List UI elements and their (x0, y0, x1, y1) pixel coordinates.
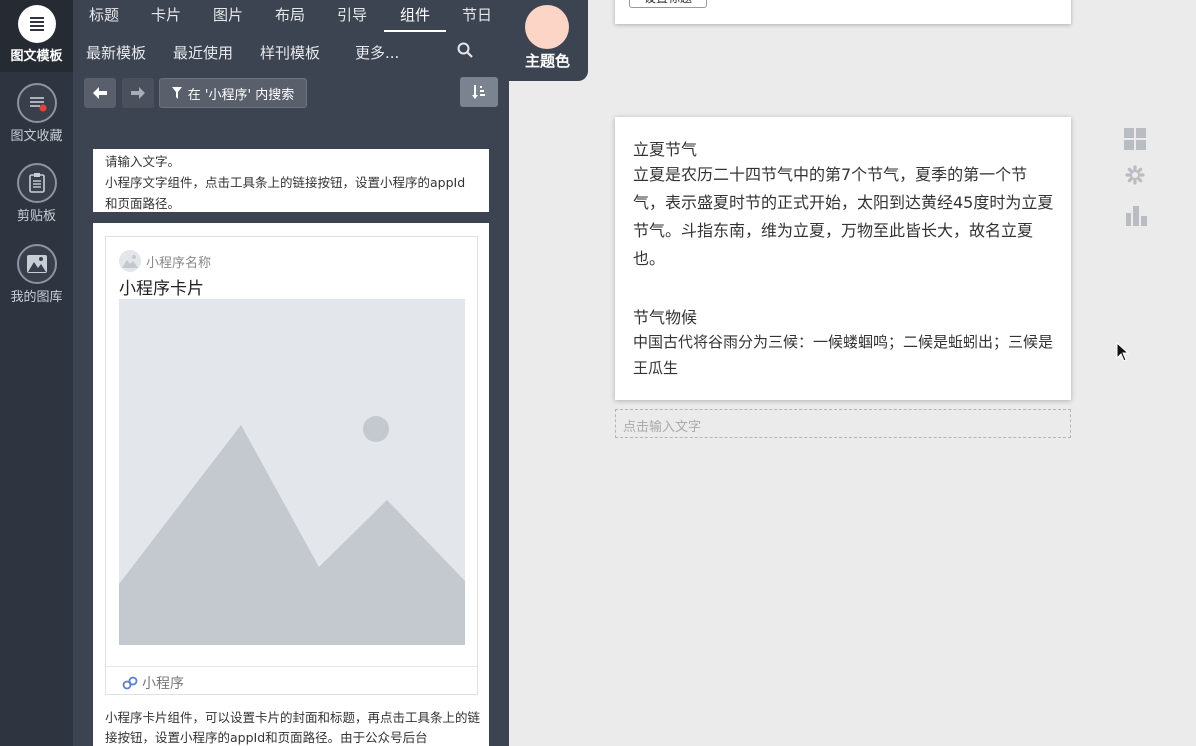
bookmark-icon (16, 83, 57, 123)
article-heading-1: 立夏节气 (633, 140, 698, 159)
subtab-sample[interactable]: 样刊模板 (260, 42, 320, 63)
mini-program-card: 小程序名称 小程序卡片 小程序 (105, 236, 478, 695)
left-rail: 图文模板 图文收藏 剪贴板 我的图库 (0, 0, 73, 746)
mini-program-text-card[interactable]: 请输入文字。 小程序文字组件，点击工具条上的链接按钮，设置小程序的appId和页… (93, 149, 489, 212)
rail-label: 图文模板 (10, 49, 63, 64)
mini-program-footer: 小程序 (122, 673, 184, 693)
arrow-right-icon (131, 87, 145, 99)
filter-label: 在 '小程序' 内搜索 (187, 87, 295, 103)
tab-component[interactable]: 组件 (400, 4, 430, 25)
arrow-left-icon (93, 87, 107, 99)
mini-program-description: 小程序卡片组件，可以设置卡片的封面和标题，再点击工具条上的链接按钮，设置小程序的… (105, 710, 481, 745)
subtab-more[interactable]: 更多... (355, 42, 399, 63)
chart-icon[interactable] (1126, 204, 1148, 230)
tab-festival[interactable]: 节日 (462, 4, 492, 25)
mini-avatar-icon (119, 250, 141, 272)
clipboard-icon (16, 163, 57, 203)
grid-icon[interactable] (1124, 128, 1146, 154)
tab-title[interactable]: 标题 (89, 4, 119, 25)
rail-item-templates[interactable]: 图文模板 (0, 0, 73, 72)
gallery-icon (16, 244, 57, 284)
rail-item-clipboard[interactable]: 剪贴板 (0, 163, 73, 224)
filter-icon (171, 87, 182, 99)
tab-image[interactable]: 图片 (213, 4, 243, 25)
mini-program-title: 小程序卡片 (119, 279, 204, 299)
article-block[interactable]: 立夏节气 立夏是农历二十四节气中的第7个节气，夏季的第一个节气，表示盛夏时节的正… (615, 117, 1071, 400)
rail-item-gallery[interactable]: 我的图库 (0, 244, 73, 305)
set-title-button[interactable]: 设置标题 (629, 0, 707, 8)
theme-color-swatch[interactable] (525, 5, 569, 49)
subtab-latest[interactable]: 最新模板 (86, 42, 146, 63)
search-icon[interactable] (456, 41, 474, 63)
theme-color-picker[interactable]: 主题色 (509, 0, 588, 81)
text-input-area[interactable]: 点击输入文字 (615, 409, 1071, 438)
previous-block[interactable]: 设置标题 (615, 0, 1071, 24)
tab-layout[interactable]: 布局 (275, 4, 305, 25)
sort-icon (472, 85, 485, 99)
filter-search-button[interactable]: 在 '小程序' 内搜索 (159, 78, 307, 108)
tab-guide[interactable]: 引导 (337, 4, 367, 25)
link-icon (122, 676, 138, 690)
settings-icon[interactable] (1125, 165, 1145, 189)
category-tabs: 标题 卡片 图片 布局 引导 组件 节日 (73, 0, 509, 32)
back-button[interactable] (84, 78, 116, 108)
active-tab-indicator (384, 30, 446, 32)
rail-label: 我的图库 (10, 290, 63, 305)
template-panel: 标题 卡片 图片 布局 引导 组件 节日 最新模板 最近使用 样刊模板 更多..… (73, 0, 509, 746)
mini-program-card-template[interactable]: 小程序名称 小程序卡片 小程序 小程序卡片组件，可以设置卡片的封面和标题，再点击… (93, 223, 489, 746)
cursor-icon (1116, 341, 1130, 366)
sort-button[interactable] (460, 77, 498, 107)
theme-color-label: 主题色 (525, 52, 571, 70)
article-paragraph-1: 立夏是农历二十四节气中的第7个节气，夏季的第一个节气，表示盛夏时节的正式开始，太… (633, 165, 1054, 268)
list-icon (17, 5, 56, 43)
mini-program-footer-label: 小程序 (142, 676, 184, 692)
rail-label: 图文收藏 (10, 129, 63, 144)
article-paragraph-2: 中国古代将谷雨分为三候：一候蝼蝈鸣；二候是蚯蚓出；三候是王瓜生 (633, 333, 1054, 377)
subtab-recent[interactable]: 最近使用 (173, 42, 233, 63)
rail-label: 剪贴板 (16, 209, 56, 224)
forward-button[interactable] (122, 78, 154, 108)
rail-item-favorites[interactable]: 图文收藏 (0, 83, 73, 144)
article-heading-2: 节气物候 (633, 308, 698, 327)
text-card-line1: 请输入文字。 (105, 154, 181, 169)
mini-program-name: 小程序名称 (146, 256, 212, 271)
text-card-line2: 小程序文字组件，点击工具条上的链接按钮，设置小程序的appId和页面路径。 (105, 175, 466, 211)
image-placeholder-icon (119, 299, 465, 645)
tab-card[interactable]: 卡片 (151, 4, 181, 25)
card-divider (106, 666, 477, 667)
